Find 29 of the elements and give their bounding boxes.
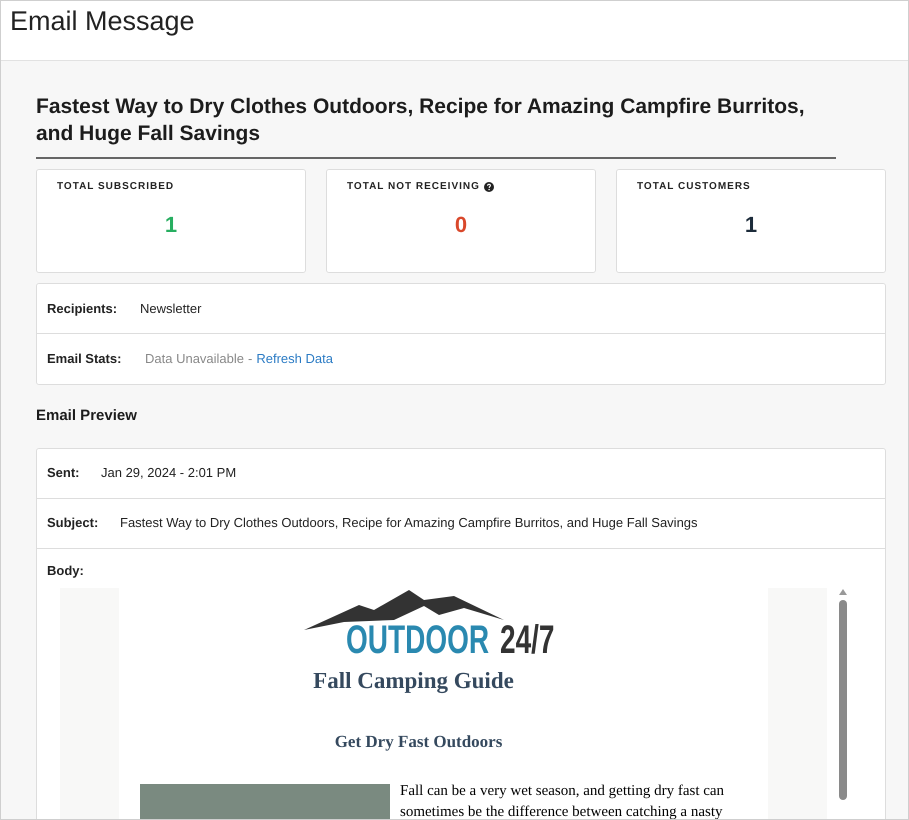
stat-value: 1 [164,211,178,239]
stat-value: 1 [744,211,758,239]
separator: - [248,350,252,368]
email-title: Fastest Way to Dry Clothes Outdoors, Recipe for Amazing Campfire Burritos, and Huge Fall Savings [36,93,836,159]
article-title: Get Dry Fast Outdoors [334,730,502,753]
recipients-value: Newsletter [140,300,202,318]
scroll-up-icon[interactable] [838,588,848,596]
field-label: Email Stats: [47,350,122,368]
article-text-line: sometimes be the difference between catching a nasty [400,803,724,819]
stat-label: TOTAL SUBSCRIBED [57,180,174,194]
section-heading: Email Preview [36,406,137,426]
logo-word: OUTDOOR [346,620,489,660]
stat-label: TOTAL NOT RECEIVING [347,180,480,194]
page-title: Email Message [10,5,195,37]
guide-title: Fall Camping Guide [313,667,514,696]
field-label: Subject: [47,514,100,532]
logo-number: 24/7 [500,620,554,660]
help-icon[interactable] [484,182,494,192]
field-label: Sent: [47,464,80,482]
field-label: Recipients: [47,300,118,318]
sent-date: Jan 29, 2024 - 2:01 PM [101,464,236,482]
subject-value: Fastest Way to Dry Clothes Outdoors, Recipe for Amazing Campfire Burritos, and Huge Fall Savings [120,514,698,532]
stats-status: Data Unavailable [145,350,244,368]
stat-label: TOTAL CUSTOMERS [637,180,751,194]
stat-value: 0 [454,211,468,239]
refresh-data-link[interactable]: Refresh Data [256,349,333,369]
field-label: Body: [47,562,84,578]
scrollbar-thumb[interactable] [839,600,847,800]
article-text-line: Fall can be a very wet season, and getting dry fast can [400,782,724,801]
